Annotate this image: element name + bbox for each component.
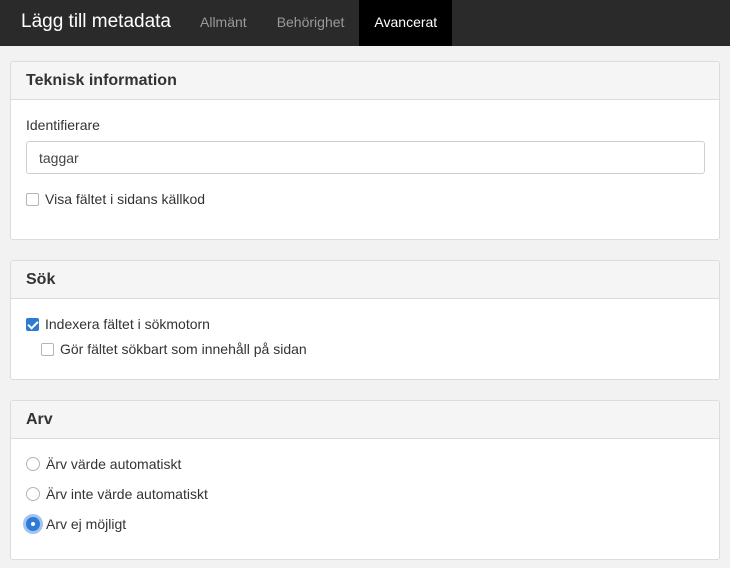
identifier-label: Identifierare [26,117,100,133]
identifier-input[interactable] [26,141,705,174]
index-field-label: Indexera fältet i sökmotorn [45,316,210,332]
inheritance-panel: Arv Ärv värde automatiskt Ärv inte värde… [10,400,720,560]
searchable-content-label: Gör fältet sökbart som innehåll på sidan [60,341,307,357]
searchable-content-checkbox-row[interactable]: Gör fältet sökbart som innehåll på sidan [41,341,307,357]
inherit-not-possible-radio[interactable] [26,517,40,531]
searchable-content-checkbox[interactable] [41,342,54,356]
top-navbar: Lägg till metadata Allmänt Behörighet Av… [0,0,730,46]
inherit-auto-radio[interactable] [26,457,40,471]
page-title: Lägg till metadata [21,11,171,32]
inherit-auto-label: Ärv värde automatiskt [46,456,182,472]
show-in-source-checkbox[interactable] [26,192,39,206]
technical-info-heading: Teknisk information [11,62,719,100]
tab-permissions[interactable]: Behörighet [262,0,360,46]
search-panel: Sök Indexera fältet i sökmotorn Gör fält… [10,260,720,380]
search-heading: Sök [11,261,719,299]
tab-general[interactable]: Allmänt [185,0,262,46]
inherit-not-possible-label: Arv ej möjligt [46,516,127,532]
inherit-not-auto-radio[interactable] [26,487,40,501]
inheritance-heading: Arv [11,401,719,439]
inherit-not-auto-label: Ärv inte värde automatiskt [46,486,208,502]
index-field-checkbox[interactable] [26,317,39,331]
show-in-source-checkbox-row[interactable]: Visa fältet i sidans källkod [26,191,205,207]
show-in-source-label: Visa fältet i sidans källkod [45,191,206,207]
tab-advanced[interactable]: Avancerat [359,0,453,46]
inherit-not-auto-radio-row[interactable]: Ärv inte värde automatiskt [26,486,208,502]
inherit-auto-radio-row[interactable]: Ärv värde automatiskt [26,456,181,472]
inherit-not-possible-radio-row[interactable]: Arv ej möjligt [26,516,126,532]
technical-info-panel: Teknisk information Identifierare Visa f… [10,61,720,240]
index-field-checkbox-row[interactable]: Indexera fältet i sökmotorn [26,316,210,332]
